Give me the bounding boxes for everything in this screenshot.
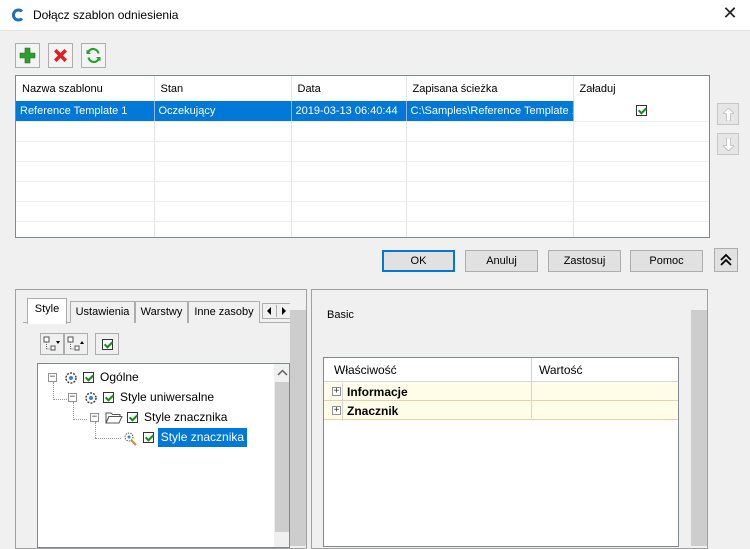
tree-connector: [73, 419, 87, 420]
column-header-value: Wartość: [539, 363, 583, 377]
property-grid: Właściwość Wartość + Informacje + Znaczn…: [323, 357, 679, 547]
column-header-path[interactable]: Zapisana ścieżka: [406, 76, 574, 101]
collapse-node-icon[interactable]: −: [90, 413, 99, 423]
collapse-node-icon[interactable]: −: [48, 373, 57, 383]
column-divider: [531, 358, 532, 418]
tree-item-universal-styles[interactable]: − Style uniwersalne: [68, 388, 217, 407]
move-down-button[interactable]: [717, 133, 739, 155]
tree-item-label: Style znacznika: [157, 428, 248, 447]
tab-scroll-icon: [267, 305, 286, 317]
property-grid-header: Właściwość Wartość: [324, 358, 678, 382]
move-up-button[interactable]: [717, 103, 739, 125]
style-tree: − Ogólne − Style uniwersalne − Style zna…: [37, 363, 290, 548]
cell-date: 2019-03-13 06:40:44: [291, 101, 407, 122]
window-title: Dołącz szablon odniesienia: [33, 8, 179, 22]
table-header: Nazwa szablonu Stan Data Zapisana ścieżk…: [16, 76, 709, 101]
tree-checkbox[interactable]: [102, 392, 114, 404]
load-checkbox[interactable]: [635, 105, 647, 117]
tree-connector: [95, 438, 121, 439]
expand-all-button[interactable]: [40, 333, 64, 355]
table-row: [16, 121, 709, 142]
cell-load: [573, 101, 709, 122]
tab-style[interactable]: Style: [27, 298, 67, 324]
property-group-information[interactable]: + Informacje: [324, 383, 678, 401]
check-all-icon: [102, 339, 113, 350]
table-row: [16, 201, 709, 222]
gear-settings-icon: [85, 392, 98, 404]
column-header-name[interactable]: Nazwa szablonu: [16, 76, 155, 101]
table-row: [16, 161, 709, 182]
tree-item-marker-styles[interactable]: − Style znacznika: [90, 408, 230, 427]
expand-node-icon[interactable]: +: [332, 387, 341, 396]
details-scrollbar[interactable]: [691, 296, 707, 546]
check-all-button[interactable]: [95, 333, 119, 355]
table-row: [16, 141, 709, 162]
scrollbar-thumb[interactable]: [290, 310, 306, 546]
collapse-node-icon[interactable]: −: [68, 393, 77, 403]
left-panel-scrollbar[interactable]: [290, 296, 306, 546]
property-group-label: Znacznik: [347, 404, 399, 418]
refresh-icon: [86, 47, 101, 64]
tree-item-marker-style-selected[interactable]: Style znacznika: [122, 428, 248, 447]
cancel-button[interactable]: Anuluj: [465, 250, 538, 272]
add-button[interactable]: [15, 43, 40, 68]
collapse-all-button[interactable]: [64, 333, 88, 355]
tab-other-resources[interactable]: Inne zasoby: [188, 301, 260, 323]
tab-layers[interactable]: Warstwy: [135, 301, 188, 323]
gear-settings-icon: [65, 372, 78, 384]
apply-button[interactable]: Zastosuj: [548, 250, 621, 272]
title-bar: Dołącz szablon odniesienia ✕: [0, 0, 750, 31]
ok-button[interactable]: OK: [382, 250, 455, 272]
cell-status: Oczekujący: [154, 101, 292, 122]
property-group-marker[interactable]: + Znacznik: [324, 402, 678, 420]
column-header-date[interactable]: Data: [291, 76, 407, 101]
tree-item-label: Style uniwersalne: [120, 390, 215, 404]
tab-scroll-arrows[interactable]: [262, 303, 291, 319]
tree-checkbox[interactable]: [126, 412, 138, 424]
delete-icon: [54, 49, 67, 62]
close-button[interactable]: ✕: [719, 5, 741, 25]
scrollbar-thumb[interactable]: [275, 382, 289, 532]
add-icon: [19, 47, 36, 64]
scroll-up-icon[interactable]: [274, 366, 290, 380]
tree-connector: [53, 399, 67, 400]
column-header-load[interactable]: Załaduj: [573, 76, 709, 101]
app-logo-icon: [11, 8, 25, 22]
expand-tree-icon: [43, 336, 60, 351]
expand-node-icon[interactable]: +: [332, 406, 341, 415]
templates-table: Nazwa szablonu Stan Data Zapisana ścieżk…: [15, 75, 710, 238]
refresh-button[interactable]: [81, 43, 106, 68]
help-button[interactable]: Pomoc: [630, 250, 703, 272]
arrow-down-icon: [723, 138, 734, 151]
tree-item-general[interactable]: − Ogólne: [48, 368, 142, 387]
collapse-tree-icon: [67, 336, 84, 351]
marker-style-icon: [124, 432, 137, 446]
table-row: [16, 221, 709, 237]
double-chevron-up-icon: [720, 253, 732, 266]
open-folder-icon: [105, 412, 124, 424]
cell-template-name: Reference Template 1: [16, 101, 155, 122]
row-indent-divider: [342, 383, 343, 421]
tree-checkbox[interactable]: [143, 432, 155, 444]
table-row[interactable]: Reference Template 1 Oczekujący 2019-03-…: [16, 101, 709, 122]
tree-checkbox[interactable]: [82, 372, 94, 384]
column-header-property: Właściwość: [334, 363, 397, 377]
tab-settings[interactable]: Ustawienia: [70, 301, 135, 323]
scrollbar-thumb[interactable]: [691, 310, 707, 546]
details-header: Basic: [327, 309, 354, 321]
cell-saved-path: C:\Samples\Reference Template 1: [406, 101, 574, 122]
tree-item-label: Style znacznika: [144, 410, 228, 424]
collapse-button[interactable]: [714, 248, 738, 272]
table-row: [16, 181, 709, 202]
delete-button[interactable]: [48, 43, 73, 68]
column-header-status[interactable]: Stan: [154, 76, 292, 101]
tree-item-label: Ogólne: [100, 370, 139, 384]
tree-scrollbar[interactable]: [274, 364, 290, 547]
arrow-up-icon: [723, 108, 734, 121]
property-group-label: Informacje: [347, 385, 408, 399]
